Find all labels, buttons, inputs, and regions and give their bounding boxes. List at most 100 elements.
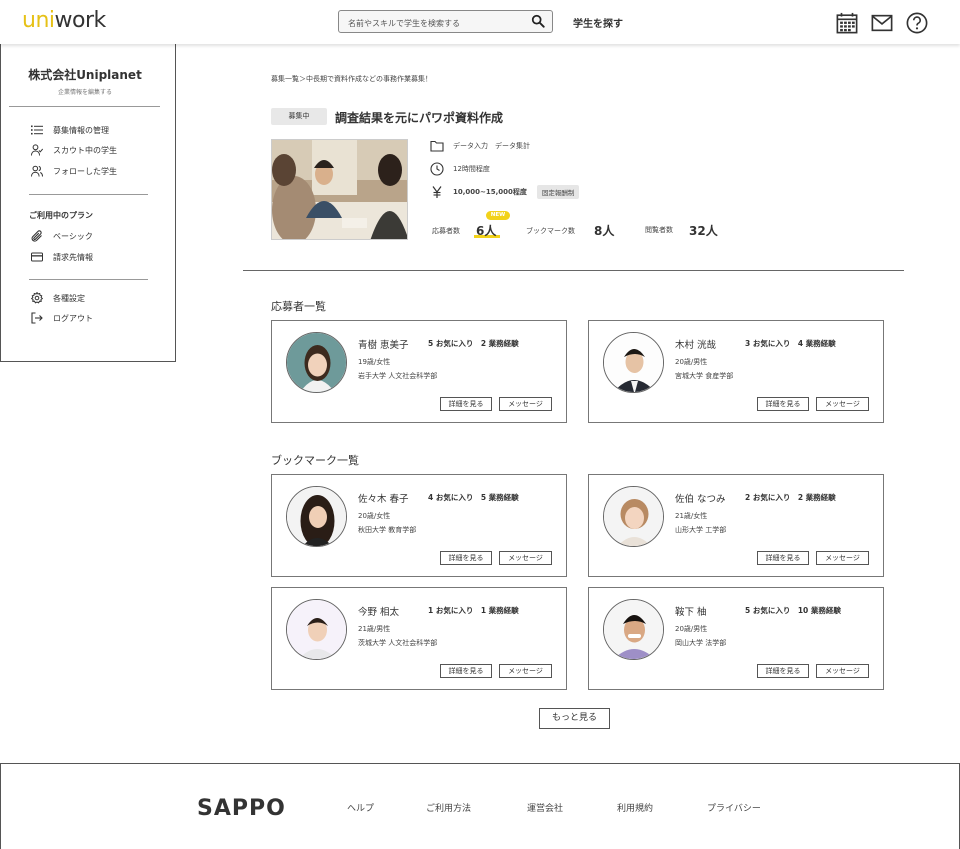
sidebar-item-logout[interactable]: ログアウト	[31, 311, 93, 325]
student-counts: 5 お気に入り 10 業務経験	[745, 606, 841, 615]
student-school: 山形大学 工学部	[675, 526, 727, 534]
student-age: 20歳/男性	[675, 625, 708, 633]
uniwork-logo[interactable]: uniwork	[22, 8, 106, 33]
footer-link-how-to-use[interactable]: ご利用方法	[426, 801, 471, 814]
logout-icon	[31, 312, 43, 324]
avatar[interactable]	[603, 332, 664, 393]
view-details-button[interactable]: 詳細を見る	[440, 397, 492, 411]
credit-card-icon	[31, 252, 43, 262]
views-label: 閲覧者数	[645, 226, 673, 234]
bookmark-card: 今野 相太 1 お気に入り 1 業務経験 21歳/男性 茨城大学 人文社会科学部…	[271, 587, 567, 690]
avatar[interactable]	[286, 486, 347, 547]
content-divider	[243, 270, 904, 271]
student-counts: 4 お気に入り 5 業務経験	[428, 493, 519, 502]
bookmarks-value[interactable]: 8人	[594, 222, 614, 239]
avatar[interactable]	[286, 332, 347, 393]
message-button[interactable]: メッセージ	[816, 551, 869, 565]
bookmark-card: 佐伯 なつみ 2 お気に入り 2 業務経験 21歳/女性 山形大学 工学部 詳細…	[588, 474, 884, 577]
view-details-button[interactable]: 詳細を見る	[757, 551, 809, 565]
student-counts: 1 お気に入り 1 業務経験	[428, 606, 519, 615]
new-badge: NEW	[486, 211, 510, 220]
footer: SAPPO ヘルプ ご利用方法 運営会社 利用規約 プライバシー	[0, 763, 960, 849]
job-hours-text: 12時間程度	[453, 165, 490, 173]
student-name[interactable]: 青樹 恵美子	[358, 337, 409, 351]
view-details-button[interactable]: 詳細を見る	[757, 664, 809, 678]
list-icon	[31, 125, 43, 135]
sidebar-item-label: 各種設定	[53, 293, 85, 303]
applicants-label: 応募者数	[432, 227, 460, 235]
pay-type-tag: 固定報酬制	[536, 185, 580, 199]
student-name[interactable]: 今野 相太	[358, 604, 399, 618]
footer-link-terms[interactable]: 利用規約	[617, 801, 653, 814]
message-button[interactable]: メッセージ	[816, 664, 869, 678]
find-students-link[interactable]: 学生を探す	[573, 15, 623, 30]
student-school: 宮城大学 食産学部	[675, 372, 734, 380]
bookmarks-section-title: ブックマーク一覧	[271, 454, 359, 467]
student-school: 岩手大学 人文社会科学部	[358, 372, 438, 380]
job-categories-text: データ入力 データ集計	[453, 142, 530, 150]
calendar-icon[interactable]	[835, 12, 859, 34]
student-name[interactable]: 佐伯 なつみ	[675, 491, 726, 505]
sidebar-item-label: ベーシック	[53, 231, 93, 241]
sidebar-item-label: 請求先情報	[53, 252, 93, 262]
job-title: 調査結果を元にパワポ資料作成	[335, 111, 504, 125]
avatar[interactable]	[286, 599, 347, 660]
message-button[interactable]: メッセージ	[499, 551, 552, 565]
sidebar-divider	[9, 106, 160, 107]
view-details-button[interactable]: 詳細を見る	[757, 397, 809, 411]
sidebar-item-label: フォローした学生	[53, 166, 117, 176]
logo-uni: uni	[22, 8, 55, 33]
bookmark-card: 鞍下 柚 5 お気に入り 10 業務経験 20歳/男性 岡山大学 法学部 詳細を…	[588, 587, 884, 690]
job-pay-text: 10,000~15,000程度	[453, 188, 527, 196]
sidebar-item-settings[interactable]: 各種設定	[31, 291, 85, 305]
sidebar-item-job-management[interactable]: 募集情報の管理	[31, 123, 109, 137]
company-name: 株式会社Uniplanet	[28, 68, 142, 82]
applicant-card: 青樹 恵美子 5 お気に入り 2 業務経験 19歳/女性 岩手大学 人文社会科学…	[271, 320, 567, 423]
sappo-logo[interactable]: SAPPO	[197, 796, 286, 821]
show-more-button[interactable]: もっと見る	[539, 708, 610, 729]
sidebar: 株式会社Uniplanet 企業情報を編集する 募集情報の管理 スカウト中の学生…	[0, 44, 176, 362]
edit-company-link[interactable]: 企業情報を編集する	[1, 87, 169, 96]
search-box	[338, 10, 553, 34]
student-age: 20歳/女性	[358, 512, 391, 520]
bookmarks-label: ブックマーク数	[526, 227, 575, 235]
help-icon[interactable]	[905, 12, 929, 34]
bookmark-card: 佐々木 春子 4 お気に入り 5 業務経験 20歳/女性 秋田大学 教育学部 詳…	[271, 474, 567, 577]
student-school: 秋田大学 教育学部	[358, 526, 417, 534]
student-school: 茨城大学 人文社会科学部	[358, 639, 438, 647]
view-details-button[interactable]: 詳細を見る	[440, 664, 492, 678]
sidebar-item-scouting[interactable]: スカウト中の学生	[31, 143, 117, 157]
student-age: 20歳/男性	[675, 358, 708, 366]
applicants-value[interactable]: 6人	[476, 222, 496, 239]
sidebar-item-plan-basic[interactable]: ベーシック	[31, 229, 93, 243]
student-age: 21歳/女性	[675, 512, 708, 520]
search-icon[interactable]	[531, 14, 545, 28]
avatar[interactable]	[603, 486, 664, 547]
message-button[interactable]: メッセージ	[499, 397, 552, 411]
student-name[interactable]: 木村 洸哉	[675, 337, 716, 351]
sidebar-divider	[29, 279, 148, 280]
sidebar-item-billing[interactable]: 請求先情報	[31, 250, 93, 264]
sidebar-item-label: ログアウト	[53, 313, 93, 323]
student-counts: 2 お気に入り 2 業務経験	[745, 493, 836, 502]
mail-icon[interactable]	[870, 12, 894, 34]
applicants-section-title: 応募者一覧	[271, 300, 326, 313]
avatar[interactable]	[603, 599, 664, 660]
footer-link-company[interactable]: 運営会社	[527, 801, 563, 814]
job-photo	[271, 139, 408, 240]
footer-link-privacy[interactable]: プライバシー	[707, 801, 761, 814]
applicant-card: 木村 洸哉 3 お気に入り 4 業務経験 20歳/男性 宮城大学 食産学部 詳細…	[588, 320, 884, 423]
breadcrumb[interactable]: 募集一覧＞中長期で資料作成などの事務作業募集！	[271, 74, 432, 84]
footer-link-help[interactable]: ヘルプ	[347, 801, 374, 814]
view-details-button[interactable]: 詳細を見る	[440, 551, 492, 565]
paperclip-icon	[31, 230, 42, 242]
plan-section-title: ご利用中のプラン	[29, 211, 93, 220]
message-button[interactable]: メッセージ	[816, 397, 869, 411]
student-name[interactable]: 鞍下 柚	[675, 604, 707, 618]
search-input[interactable]	[339, 13, 519, 34]
job-categories: データ入力 データ集計	[430, 139, 530, 153]
views-value: 32人	[689, 224, 718, 238]
student-name[interactable]: 佐々木 春子	[358, 491, 409, 505]
message-button[interactable]: メッセージ	[499, 664, 552, 678]
sidebar-item-followed[interactable]: フォローした学生	[31, 164, 117, 178]
